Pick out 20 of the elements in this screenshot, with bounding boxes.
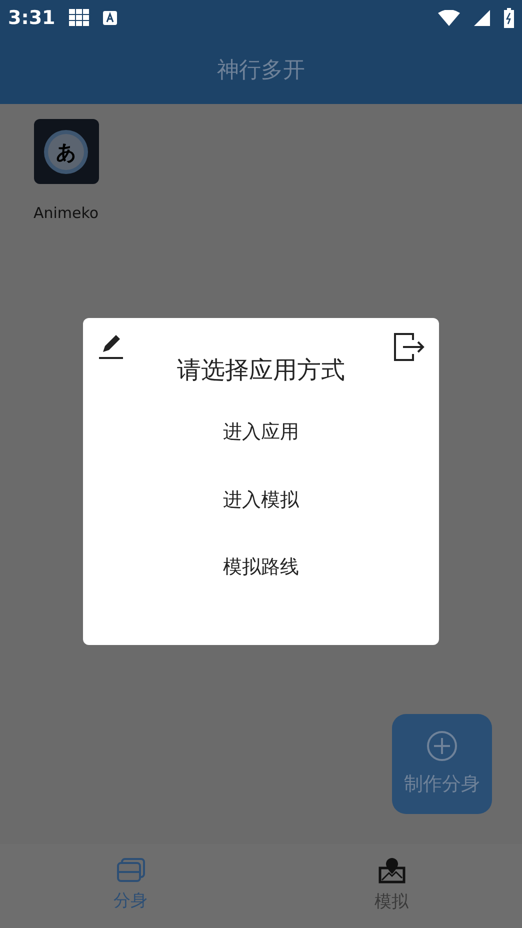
app-icon[interactable]: あ xyxy=(34,119,98,184)
cards-icon xyxy=(116,857,146,884)
wifi-icon xyxy=(438,10,460,26)
keyboard-app-icon xyxy=(103,11,118,25)
app-title: 神行多开 xyxy=(217,56,305,84)
app-name: Animeko xyxy=(33,203,99,224)
plus-circle-icon xyxy=(426,730,458,762)
create-clone-button[interactable]: 制作分身 xyxy=(392,714,492,814)
battery-icon xyxy=(504,8,514,28)
dialog-option[interactable]: 模拟路线 xyxy=(223,553,299,582)
exit-icon[interactable] xyxy=(393,332,425,362)
grid-icon xyxy=(69,9,90,27)
dialog-option[interactable]: 进入应用 xyxy=(223,418,299,446)
status-time: 3:31 xyxy=(8,6,56,31)
pencil-icon[interactable] xyxy=(97,332,125,360)
app-glyph: あ xyxy=(48,134,84,170)
signal-icon xyxy=(474,10,490,26)
dialog-title: 请选择应用方式 xyxy=(177,355,345,386)
map-pin-icon xyxy=(378,856,406,884)
dialog-option[interactable]: 进入模拟 xyxy=(223,486,299,514)
